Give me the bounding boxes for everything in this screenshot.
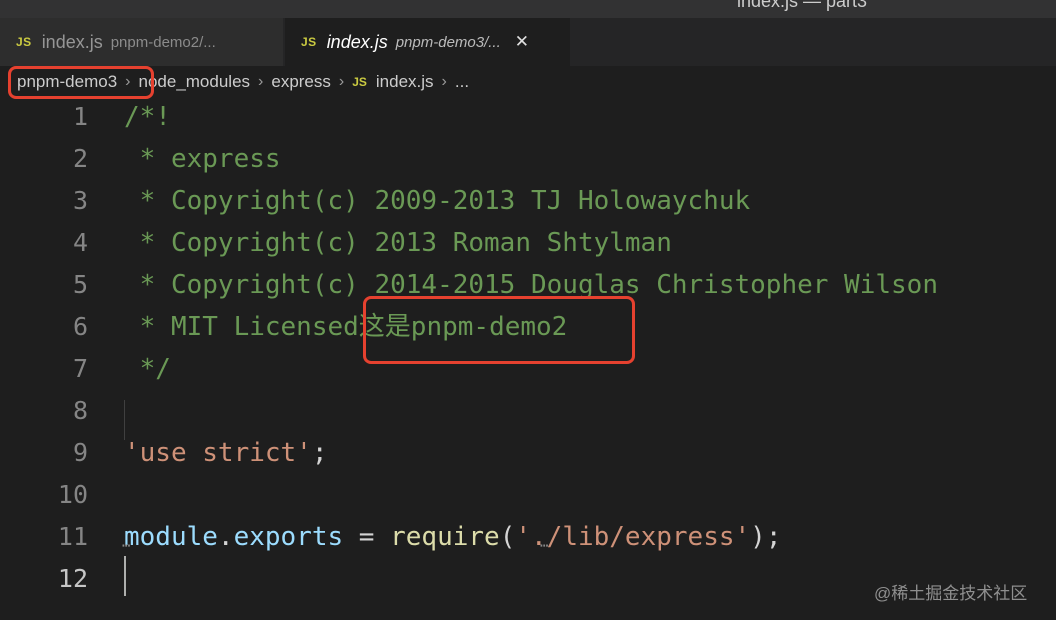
code-text: * Copyright(c) 2013 Roman Shtylman [124, 228, 672, 258]
line-number: 6 [72, 312, 88, 341]
watermark: @稀土掘金技术社区 [874, 584, 1028, 603]
line-number: 9 [72, 438, 88, 467]
close-icon[interactable]: ✕ [515, 32, 529, 52]
tab-description: pnpm-demo2/... [110, 33, 216, 51]
javascript-file-icon: JS [16, 35, 32, 49]
code-line: 4 * Copyright(c) 2013 Roman Shtylman [0, 222, 1056, 264]
javascript-file-icon: JS [352, 75, 367, 89]
code-line: 11 module.exports = require('./lib/expre… [0, 516, 1056, 558]
breadcrumb-item-symbols[interactable]: ... [455, 72, 469, 92]
function-token: require [390, 522, 500, 552]
identifier-token: exports [233, 522, 344, 552]
code-text: module.exports = require('./lib/express'… [124, 516, 781, 558]
annotation-box-code [363, 296, 635, 364]
chevron-right-icon: › [258, 73, 264, 90]
line-number: 12 [57, 564, 88, 593]
javascript-file-icon: JS [301, 35, 317, 49]
text-cursor [124, 556, 126, 596]
tab-bar: JS index.js pnpm-demo2/... JS index.js p… [0, 18, 1056, 66]
code-line: 9 'use strict'; [0, 432, 1056, 474]
punctuation-token: . [217, 522, 234, 552]
code-line: 3 * Copyright(c) 2009-2013 TJ Holowaychu… [0, 180, 1056, 222]
line-number: 7 [72, 354, 88, 383]
breadcrumb-item-express[interactable]: express [271, 72, 331, 92]
line-number: 5 [72, 270, 88, 299]
code-line: 2 * express [0, 138, 1056, 180]
code-text: */ [124, 354, 171, 384]
identifier-token: module [124, 522, 218, 552]
line-number: 11 [57, 522, 88, 551]
tab-index-pnpm-demo2[interactable]: JS index.js pnpm-demo2/... [0, 18, 283, 66]
code-text: 'use strict'; [124, 432, 328, 474]
punctuation-token: ); [750, 522, 782, 552]
tab-label: index.js [326, 31, 388, 52]
line-number: 8 [72, 396, 88, 425]
ellipsis-hint-icon: ⋯ [540, 538, 549, 554]
tab-label: index.js [41, 31, 103, 52]
breadcrumb-item-node-modules[interactable]: node_modules [139, 72, 251, 92]
code-line: 8 [0, 390, 1056, 432]
tab-index-pnpm-demo3[interactable]: JS index.js pnpm-demo3/... ✕ [285, 18, 570, 66]
code-line: 10 [0, 474, 1056, 516]
ellipsis-hint-icon: ⋯ [122, 538, 131, 554]
code-text: * express [124, 144, 281, 174]
line-number: 10 [57, 480, 88, 509]
breadcrumb-item-index-js[interactable]: index.js [376, 72, 434, 92]
operator-token: = [343, 522, 391, 552]
chevron-right-icon: › [441, 73, 447, 90]
line-number: 3 [72, 186, 88, 215]
breadcrumb: pnpm-demo3 › node_modules › express › JS… [0, 66, 1056, 98]
line-number: 4 [72, 228, 88, 257]
punctuation-token: ; [311, 438, 328, 468]
code-text: * Copyright(c) 2009-2013 TJ Holowaychuk [124, 186, 751, 216]
code-line: 1 /*! [0, 96, 1056, 138]
line-number: 1 [72, 102, 88, 131]
chevron-right-icon: › [338, 73, 345, 90]
line-number: 2 [72, 144, 88, 173]
title-bar: index.js — part3 [0, 0, 1056, 18]
string-token: 'use strict' [124, 438, 312, 468]
string-token: './lib/express' [515, 522, 751, 552]
tab-description: pnpm-demo3/... [395, 33, 501, 51]
code-text: /*! [124, 102, 171, 132]
window-title: index.js — part3 [737, 0, 868, 11]
annotation-box-breadcrumb [8, 66, 154, 99]
indent-guide [124, 400, 125, 440]
punctuation-token: ( [499, 522, 516, 552]
